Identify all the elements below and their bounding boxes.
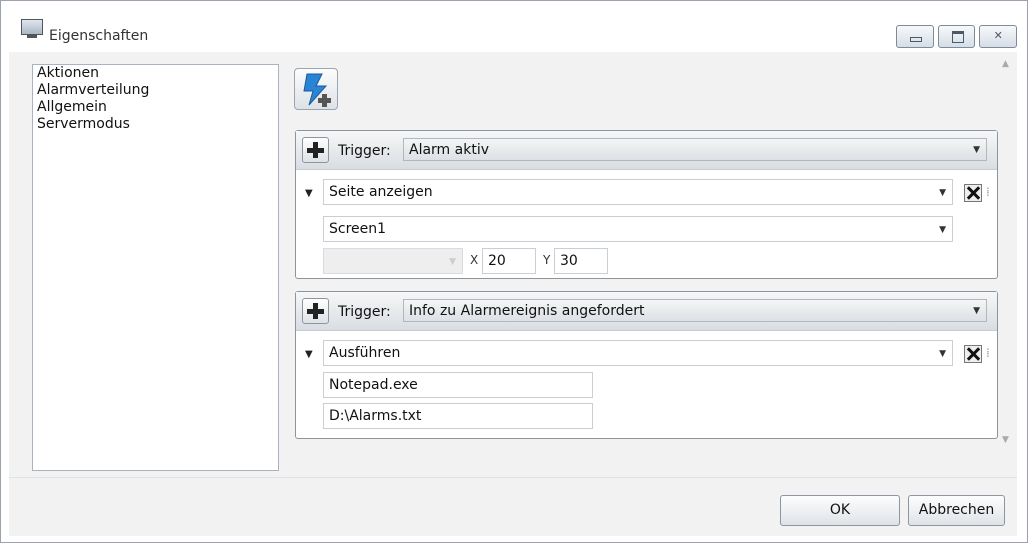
x-label: X — [470, 253, 479, 267]
action-value: Ausführen — [329, 345, 401, 361]
trigger-group-1: Trigger: Alarm aktiv ▼ ▼ Seite anzeigen … — [295, 130, 998, 279]
page-select[interactable]: Screen1 ▼ — [323, 216, 953, 242]
action-select[interactable]: Seite anzeigen ▼ — [323, 179, 953, 205]
action-value: Seite anzeigen — [329, 184, 433, 200]
trigger-select[interactable]: Info zu Alarmereignis angefordert ▼ — [403, 299, 987, 322]
category-allgemein[interactable]: Allgemein — [33, 99, 278, 116]
maximize-button[interactable] — [937, 25, 976, 48]
y-input[interactable]: 30 — [554, 248, 608, 274]
delete-action-button[interactable] — [964, 184, 982, 202]
edge-mark: ⁞ — [986, 346, 990, 360]
category-servermodus[interactable]: Servermodus — [33, 116, 278, 133]
properties-window-icon — [21, 19, 43, 38]
properties-dialog: Eigenschaften ✕ Aktionen Alarmverteilung… — [0, 0, 1028, 543]
y-label: Y — [543, 253, 551, 267]
ok-button[interactable]: OK — [780, 495, 900, 526]
argument-input[interactable]: D:\Alarms.txt — [323, 403, 593, 429]
edge-mark: ⁞ — [986, 185, 990, 199]
close-button[interactable]: ✕ — [979, 25, 1018, 48]
category-aktionen[interactable]: Aktionen — [33, 65, 278, 82]
x-input[interactable]: 20 — [482, 248, 536, 274]
action-select[interactable]: Ausführen ▼ — [323, 340, 953, 366]
window-title: Eigenschaften — [49, 28, 149, 44]
trigger-label: Trigger: — [338, 304, 391, 320]
title-bar: Eigenschaften ✕ — [1, 1, 1027, 51]
cancel-button[interactable]: Abbrechen — [908, 495, 1005, 526]
dropdown-arrow-icon: ▼ — [973, 306, 980, 316]
dialog-footer: OK Abbrechen — [9, 477, 1017, 536]
trigger-label: Trigger: — [338, 143, 391, 159]
add-trigger-button[interactable] — [302, 298, 329, 324]
trigger-value: Alarm aktiv — [409, 142, 489, 158]
trigger-group-2: Trigger: Info zu Alarmereignis angeforde… — [295, 291, 998, 439]
dropdown-arrow-icon: ▼ — [973, 145, 980, 155]
disabled-field: ▼ — [323, 248, 463, 274]
trigger-header: Trigger: Alarm aktiv ▼ — [296, 131, 997, 170]
trigger-select[interactable]: Alarm aktiv ▼ — [403, 138, 987, 161]
category-alarmverteilung[interactable]: Alarmverteilung — [33, 82, 278, 99]
page-value: Screen1 — [329, 221, 387, 237]
add-action-button[interactable] — [294, 68, 338, 110]
add-trigger-button[interactable] — [302, 137, 329, 163]
dialog-content: Aktionen Alarmverteilung Allgemein Serve… — [9, 52, 1017, 477]
lightning-add-icon — [303, 73, 331, 107]
program-input[interactable]: Notepad.exe — [323, 372, 593, 398]
dropdown-arrow-icon: ▼ — [449, 257, 456, 267]
scroll-down-arrow[interactable]: ▼ — [1002, 435, 1009, 445]
delete-action-button[interactable] — [964, 345, 982, 363]
window-controls: ✕ — [896, 25, 1018, 48]
collapse-arrow-icon[interactable]: ▼ — [305, 349, 313, 360]
scroll-up-arrow[interactable]: ▲ — [1002, 59, 1009, 69]
trigger-value: Info zu Alarmereignis angefordert — [409, 303, 645, 319]
collapse-arrow-icon[interactable]: ▼ — [305, 188, 313, 199]
category-list: Aktionen Alarmverteilung Allgemein Serve… — [32, 64, 279, 471]
trigger-header: Trigger: Info zu Alarmereignis angeforde… — [296, 292, 997, 331]
dropdown-arrow-icon: ▼ — [939, 188, 946, 198]
minimize-button[interactable] — [896, 25, 934, 48]
dropdown-arrow-icon: ▼ — [939, 225, 946, 235]
dropdown-arrow-icon: ▼ — [939, 349, 946, 359]
